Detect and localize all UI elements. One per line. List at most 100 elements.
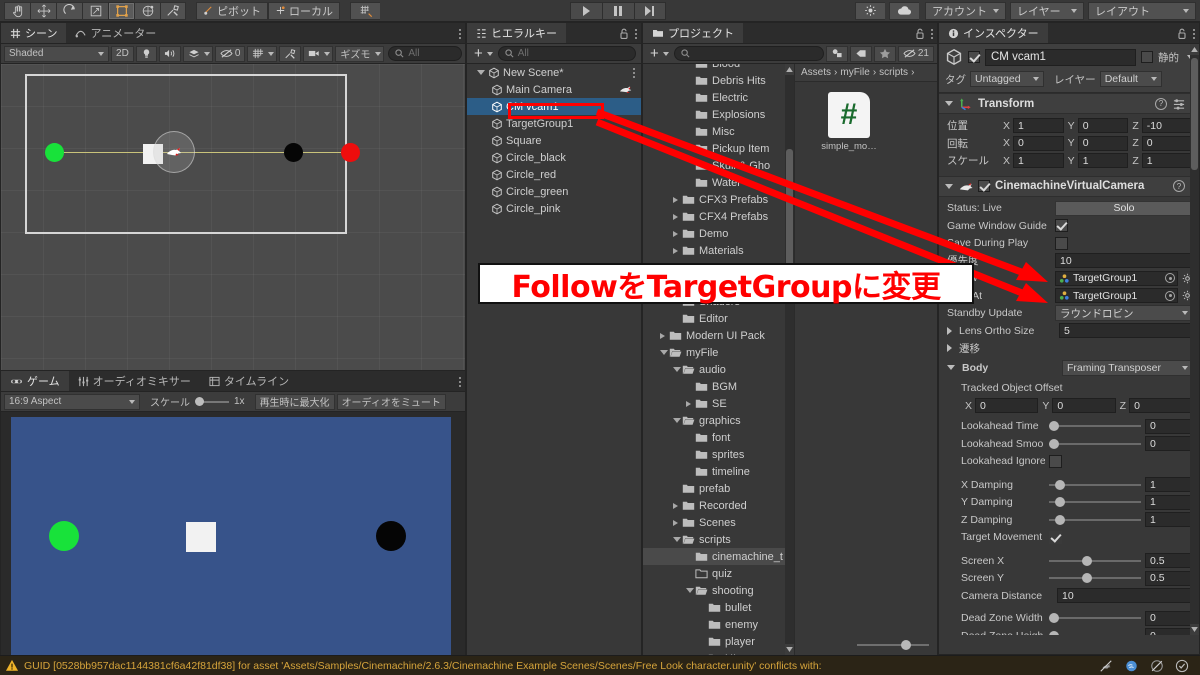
inspector-body[interactable]: CM vcam1 静的 タグ Untagged レイヤー Default Tra… — [939, 44, 1199, 635]
layout-dropdown[interactable]: レイアウト — [1088, 1, 1196, 20]
project-tree-row[interactable]: Skull & Gho — [643, 157, 794, 174]
project-tree-row[interactable]: myFile — [643, 344, 794, 361]
chevron-right-icon[interactable] — [947, 326, 952, 335]
asset-item-simple-mo[interactable]: # simple_mo… — [809, 92, 889, 152]
toggle-2d-button[interactable]: 2D — [111, 45, 134, 62]
rotation-z-field[interactable]: 0 — [1141, 135, 1194, 151]
project-tree-row[interactable]: Electric — [643, 89, 794, 106]
camera-settings-button[interactable] — [303, 45, 334, 62]
project-tree-row[interactable]: Water — [643, 174, 794, 191]
project-tree-row[interactable]: Blood — [643, 64, 794, 72]
lookahead-smoothing-slider[interactable] — [1049, 437, 1141, 451]
play-button[interactable] — [569, 1, 602, 20]
check-icon[interactable] — [1175, 659, 1189, 673]
hierarchy-item-circle-black[interactable]: Circle_black — [467, 149, 641, 166]
hidden-count-button[interactable]: 21 — [897, 45, 934, 62]
project-tree-row[interactable]: SE — [643, 395, 794, 412]
cloud-button[interactable] — [889, 1, 919, 20]
hierarchy-search-input[interactable]: All — [497, 46, 636, 61]
rect-tool-button[interactable] — [108, 1, 134, 20]
lookat-object-field[interactable]: TargetGroup1 — [1055, 288, 1178, 304]
dead-zone-height-field[interactable]: 0 — [1145, 628, 1193, 635]
lock-icon[interactable] — [915, 28, 925, 40]
project-tree-row[interactable]: Scenes — [643, 514, 794, 531]
project-add-button[interactable]: + — [646, 46, 670, 62]
project-tree-row[interactable]: enemy — [643, 616, 794, 633]
priority-field[interactable]: 10 — [1055, 253, 1193, 269]
hierarchy-item-circle-pink[interactable]: Circle_pink — [467, 200, 641, 217]
inspector-scroll-thumb[interactable] — [1191, 58, 1198, 170]
project-tree-row[interactable]: Materials — [643, 242, 794, 259]
hierarchy-item-circle-green[interactable]: Circle_green — [467, 183, 641, 200]
pause-button[interactable] — [601, 1, 634, 20]
project-tree-row[interactable]: bullet — [643, 599, 794, 616]
scene-viewport[interactable] — [1, 64, 465, 370]
layers-dropdown[interactable]: レイヤー — [1010, 1, 1084, 20]
help-icon[interactable]: ? — [1173, 180, 1185, 192]
chevron-right-icon[interactable] — [673, 502, 682, 509]
gizmos-dropdown[interactable]: ギズモ — [335, 45, 385, 62]
chevron-right-icon[interactable] — [673, 230, 682, 237]
scale-z-field[interactable]: 1 — [1141, 153, 1194, 169]
scale-slider[interactable] — [195, 396, 229, 408]
scene-visibility-button[interactable] — [247, 45, 278, 62]
scroll-up-icon[interactable] — [785, 64, 794, 75]
lookahead-ignore-checkbox[interactable] — [1049, 454, 1062, 468]
tracked-offset-z-field[interactable]: 0 — [1129, 398, 1193, 414]
project-tree-row[interactable]: audio — [643, 361, 794, 378]
screen-x-field[interactable]: 0.5 — [1145, 553, 1193, 569]
chevron-right-icon[interactable] — [673, 247, 682, 254]
project-tree-row[interactable]: Editor — [643, 310, 794, 327]
position-y-field[interactable]: 0 — [1077, 118, 1129, 134]
mute-audio-button[interactable]: オーディオをミュート — [336, 393, 446, 410]
services-button[interactable] — [855, 1, 885, 20]
lock-icon[interactable] — [1177, 28, 1187, 40]
maximize-on-play-button[interactable]: 再生時に最大化 — [254, 393, 335, 410]
step-button[interactable] — [633, 1, 666, 20]
chevron-right-icon[interactable] — [673, 213, 682, 220]
custom-tool-button[interactable] — [160, 1, 186, 20]
screen-x-slider[interactable] — [1049, 554, 1141, 568]
cloud-off-icon[interactable] — [1150, 659, 1164, 673]
x-damping-slider[interactable] — [1049, 478, 1141, 492]
lookahead-smoothing-field[interactable]: 0 — [1145, 436, 1193, 452]
scale-slider-group[interactable]: スケール 1x — [146, 394, 249, 410]
save-during-play-checkbox[interactable] — [1055, 236, 1068, 250]
breadcrumb-scripts[interactable]: scripts — [879, 67, 908, 78]
project-tree-row[interactable]: cinemachine_t — [643, 548, 794, 565]
tab-timeline[interactable]: タイムライン — [200, 371, 298, 391]
lookahead-time-slider[interactable] — [1049, 419, 1141, 433]
vcam-component-header[interactable]: CinemachineVirtualCamera ? — [939, 175, 1199, 197]
scene-circle-red[interactable] — [341, 143, 360, 162]
chevron-down-icon[interactable] — [477, 70, 485, 75]
chevron-right-icon[interactable] — [673, 519, 682, 526]
grid-snap-button[interactable] — [350, 1, 380, 20]
project-tree-row[interactable]: graphics — [643, 412, 794, 429]
static-checkbox[interactable] — [1141, 51, 1153, 63]
scene-row-menu[interactable] — [633, 67, 635, 78]
scale-y-field[interactable]: 1 — [1077, 153, 1129, 169]
scene-tools-button[interactable] — [279, 45, 302, 62]
pivot-toggle-button[interactable]: ピボット — [196, 1, 268, 20]
project-search-input[interactable] — [673, 46, 824, 61]
layer-dropdown[interactable]: Default — [1099, 71, 1162, 87]
scale-tool-button[interactable] — [82, 1, 108, 20]
dead-zone-height-slider[interactable] — [1049, 629, 1141, 635]
project-tree-scrollbar[interactable] — [785, 64, 794, 655]
tracked-offset-y-field[interactable]: 0 — [1052, 398, 1116, 414]
screen-y-field[interactable]: 0.5 — [1145, 570, 1193, 586]
transform-tool-button[interactable] — [134, 1, 160, 20]
screen-y-slider[interactable] — [1049, 571, 1141, 585]
vcam-gizmo[interactable] — [153, 131, 195, 173]
camera-distance-field[interactable]: 10 — [1057, 588, 1193, 604]
chevron-down-icon[interactable] — [660, 350, 669, 355]
dead-zone-width-field[interactable]: 0 — [1145, 610, 1193, 626]
scroll-up-icon[interactable] — [1190, 44, 1199, 55]
scroll-down-icon[interactable] — [1190, 624, 1199, 635]
scene-search-input[interactable]: All — [388, 46, 462, 61]
project-tree-row[interactable]: Pickup Item — [643, 140, 794, 157]
transform-component-header[interactable]: Transform ? — [939, 93, 1199, 114]
aspect-ratio-dropdown[interactable]: 16:9 Aspect — [4, 393, 140, 410]
project-asset-browser[interactable]: Assets › myFile › scripts › # simple_mo… — [795, 64, 937, 655]
shading-mode-dropdown[interactable]: Shaded — [4, 45, 110, 62]
